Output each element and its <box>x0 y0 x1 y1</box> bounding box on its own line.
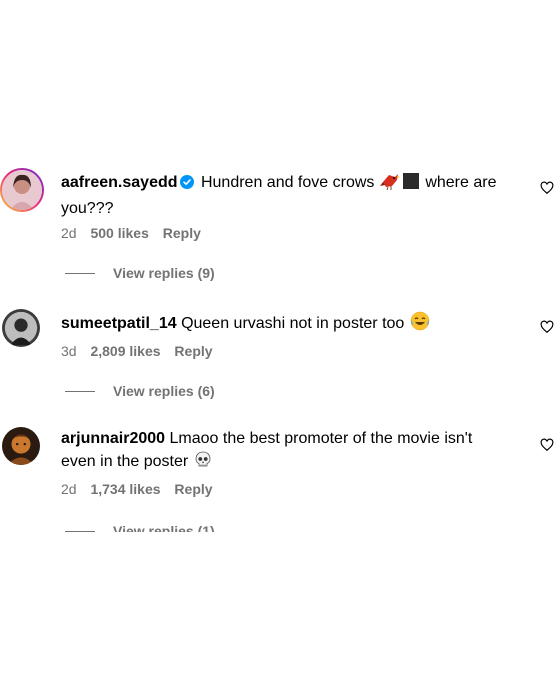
comment-body: Queen urvashi not in poster too <box>181 315 405 332</box>
view-replies-label: View replies (9) <box>113 265 215 281</box>
avatar-image <box>2 309 40 347</box>
view-replies-button[interactable]: View replies (6) <box>65 382 215 400</box>
likes-count[interactable]: 1,734 likes <box>90 481 160 497</box>
timestamp: 3d <box>61 343 77 359</box>
avatar[interactable] <box>2 427 40 465</box>
username[interactable]: sumeetpatil_14 <box>61 315 177 332</box>
view-replies-button[interactable]: View replies (9) <box>65 264 215 282</box>
reply-button[interactable]: Reply <box>174 481 212 497</box>
username[interactable]: arjunnair2000 <box>61 430 165 447</box>
comment-meta: 2d 1,734 likes Reply <box>61 480 223 498</box>
laughing-tears-emoji <box>410 311 430 338</box>
likes-count[interactable]: 500 likes <box>90 225 148 241</box>
timestamp: 2d <box>61 481 77 497</box>
comment-text: sumeetpatil_14 Queen urvashi not in post… <box>61 311 511 338</box>
skull-emoji <box>194 451 212 476</box>
divider-line <box>65 530 95 532</box>
divider-line <box>65 272 95 274</box>
verified-badge-icon <box>179 173 194 196</box>
avatar-image <box>2 170 42 210</box>
reply-button[interactable]: Reply <box>174 343 212 359</box>
avatar[interactable] <box>0 168 44 212</box>
username[interactable]: aafreen.sayedd <box>61 174 178 191</box>
reply-button[interactable]: Reply <box>163 225 201 241</box>
comment-meta: 3d 2,809 likes Reply <box>61 342 223 360</box>
avatar-image <box>2 427 40 465</box>
avatar[interactable] <box>2 309 40 347</box>
comment-text: aafreen.sayedd Hundren and fove crows wh… <box>61 171 511 220</box>
likes-count[interactable]: 2,809 likes <box>90 343 160 359</box>
timestamp: 2d <box>61 225 77 241</box>
heart-icon[interactable] <box>540 438 554 452</box>
red-bird-emoji <box>379 172 400 197</box>
heart-icon[interactable] <box>540 181 554 195</box>
view-replies-button[interactable]: View replies (1) <box>65 522 215 532</box>
black-square-emoji <box>402 172 420 197</box>
comment-meta: 2d 500 likes Reply <box>61 224 211 242</box>
heart-icon[interactable] <box>540 320 554 334</box>
clipped-region: View replies (1) <box>0 522 560 532</box>
comment-body: Hundren and fove crows <box>200 174 375 191</box>
view-replies-label: View replies (1) <box>113 523 215 532</box>
view-replies-label: View replies (6) <box>113 383 215 399</box>
divider-line <box>65 390 95 392</box>
comment-text: arjunnair2000 Lmaoo the best promoter of… <box>61 427 501 476</box>
